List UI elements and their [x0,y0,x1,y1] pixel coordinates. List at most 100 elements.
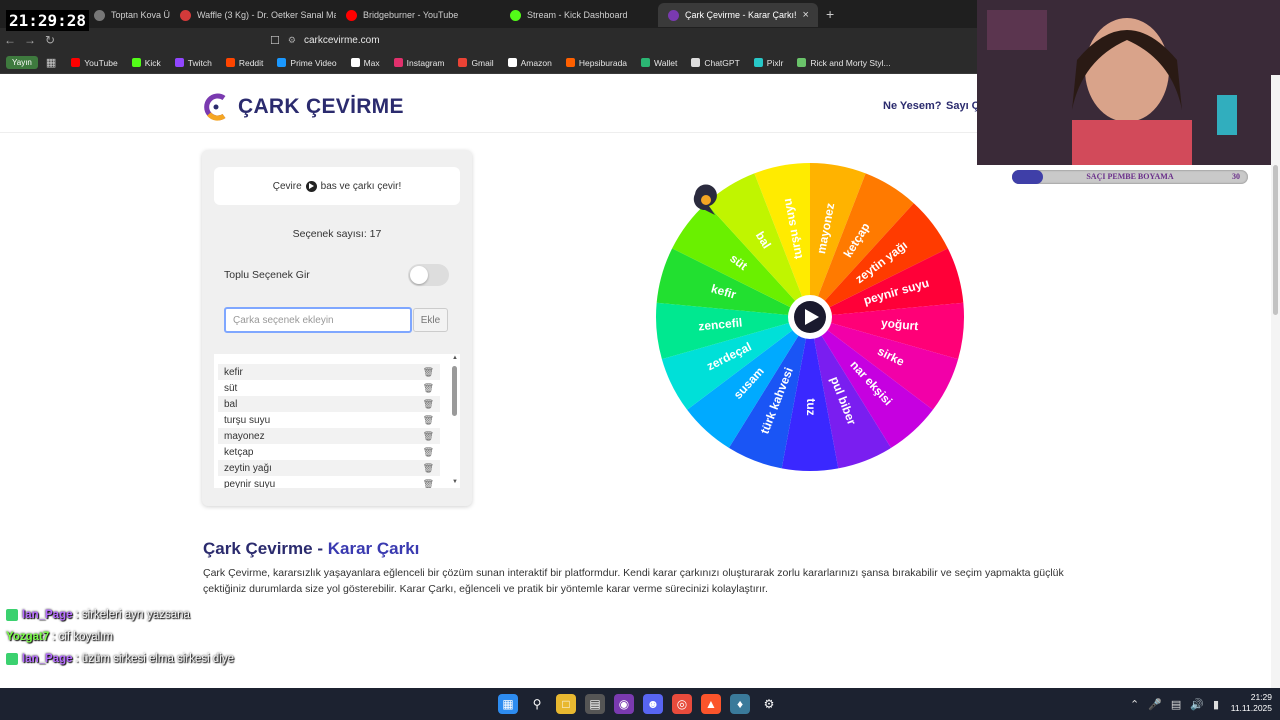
delete-option-icon[interactable]: 🗑 [423,415,434,426]
file-explorer-icon[interactable]: □ [556,694,576,714]
battery-icon[interactable]: ▮ [1213,698,1219,711]
bookmark-item[interactable]: Gmail [451,58,500,68]
option-row: kefir 🗑 [218,364,440,380]
bookmark-icon[interactable]: ☐ [270,34,280,47]
reload-icon[interactable]: ↻ [40,33,60,47]
bookmark-item[interactable]: Max [344,58,387,68]
bookmark-item[interactable]: Prime Video [270,58,343,68]
site-info-icon[interactable]: ⚙ [288,35,296,46]
bookmark-item[interactable]: Wallet [634,58,684,68]
option-row: ketçap 🗑 [218,444,440,460]
hint-text-after: bas ve çarkı çevir! [320,180,402,192]
bookmark-favicon-icon [458,58,468,67]
store-icon[interactable]: ▤ [585,694,605,714]
delete-option-icon[interactable]: 🗑 [423,479,434,489]
bookmark-item[interactable]: Rick and Morty Styl... [790,58,897,68]
tab-favicon-icon [668,9,679,21]
browser-tab[interactable]: Bridgeburner - YouTube [336,3,500,27]
bookmark-label: Gmail [471,57,494,68]
brave-icon[interactable]: ▲ [701,694,721,714]
bulk-entry-toggle[interactable] [408,264,449,286]
chat-message: Ian_Page: sirkeleri ayrı yazsana [6,604,406,626]
wheel-segment-label: tuz [804,398,818,415]
stream-clock: 21:29:28 [6,10,90,31]
discord-icon[interactable]: ☻ [643,694,663,714]
network-icon[interactable]: ▤ [1171,698,1181,711]
bookmark-item[interactable]: Twitch [168,58,219,68]
profile-pill[interactable]: Yayın [6,56,38,69]
volume-icon[interactable]: 🔊 [1190,698,1204,711]
bookmark-label: Amazon [520,57,552,68]
bookmark-item[interactable]: Pixlr [747,58,791,68]
goal-value: 30 [1232,172,1240,181]
browser-tab[interactable]: Çark Çevirme - Karar Çarkı! × [658,3,818,27]
new-tab-button[interactable]: + [826,6,834,22]
microphone-icon[interactable]: 🎤 [1148,698,1162,711]
article-title-main: Çark Çevirme [203,539,313,558]
tray-chevron-icon[interactable]: ⌃ [1130,698,1139,711]
bookmark-item[interactable]: Kick [125,58,168,68]
bookmark-item[interactable]: YouTube [64,58,124,68]
bookmark-item[interactable]: Reddit [219,58,271,68]
chat-username: Yozgat7 [6,631,50,643]
tab-favicon-icon [346,9,357,21]
chat-text: : sirkeleri ayrı yazsana [75,609,190,621]
bookmark-label: Hepsiburada [578,57,628,68]
settings-icon[interactable]: ⚙ [759,694,779,714]
delete-option-icon[interactable]: 🗑 [423,447,434,458]
option-label: turşu suyu [224,414,271,426]
list-scroll-down-icon[interactable]: ▼ [451,479,459,485]
delete-option-icon[interactable]: 🗑 [423,399,434,410]
browser-tab[interactable]: Waffle (3 Kg) - Dr. Oetker Sanal Mağ [170,3,336,27]
bookmark-item[interactable]: Hepsiburada [559,58,634,68]
url-field[interactable]: carkcevirme.com [304,35,380,46]
list-scrollbar-thumb[interactable] [452,366,457,416]
apps-grid-icon[interactable]: ▦ [46,56,56,69]
obs-icon[interactable]: ◉ [614,694,634,714]
option-label: peynir suyu [224,478,276,489]
forward-icon[interactable]: → [20,33,40,47]
browser-tab[interactable]: Toptan Kova Ürünle [84,3,170,27]
option-row: mayonez 🗑 [218,428,440,444]
page-scrollbar[interactable] [1271,75,1280,688]
browser-tab[interactable]: Stream - Kick Dashboard [500,3,658,27]
goal-text: SAÇI PEMBE BOYAMA [1086,172,1174,181]
delete-option-icon[interactable]: 🗑 [423,431,434,442]
list-scroll-up-icon[interactable]: ▲ [451,355,459,361]
bookmark-label: Twitch [187,57,212,68]
nav-link-sayi[interactable]: Sayı Ç [946,100,980,112]
delete-option-icon[interactable]: 🗑 [423,383,434,394]
bookmark-item[interactable]: Instagram [387,58,452,68]
stream-goal-bar: SAÇI PEMBE BOYAMA 30 [1012,170,1248,184]
delete-option-icon[interactable]: 🗑 [423,367,434,378]
option-input[interactable] [224,307,412,333]
app-icon[interactable]: ♦ [730,694,750,714]
chrome-icon[interactable]: ◎ [672,694,692,714]
decision-wheel[interactable]: turşu suyu mayonez ketçapzeytin yağıpeynir… [640,150,980,490]
option-label: süt [224,382,238,394]
bookmark-item[interactable]: ChatGPT [684,58,746,68]
search-icon[interactable]: ⚲ [527,694,547,714]
wheel-pointer-dot [701,195,711,205]
site-logo-icon[interactable] [203,92,229,122]
bookmark-favicon-icon [225,58,235,67]
bookmark-label: Pixlr [766,57,784,68]
close-tab-icon[interactable]: × [803,9,809,21]
bookmark-item[interactable]: Amazon [501,58,559,68]
start-icon[interactable]: ▦ [498,694,518,714]
site-logo-text[interactable]: ÇARK ÇEVİRME [238,95,404,119]
page-scrollbar-thumb[interactable] [1273,165,1278,315]
back-icon[interactable]: ← [0,33,20,47]
option-label: mayonez [224,430,265,442]
article-title: Çark Çevirme - Karar Çarkı [203,539,419,559]
chat-message: Yozgat7: cif koyalım [6,626,406,648]
bookmark-label: Rick and Morty Styl... [810,57,891,68]
tab-title: Toptan Kova Ürünle [111,10,170,20]
tray-clock[interactable]: 21:29 11.11.2025 [1226,692,1272,714]
delete-option-icon[interactable]: 🗑 [423,463,434,474]
nav-link-ne-yesem[interactable]: Ne Yesem? [883,100,942,112]
option-row: peynir suyu 🗑 [218,476,440,489]
bookmark-favicon-icon [350,58,360,67]
add-option-button[interactable]: Ekle [413,308,448,332]
option-label: bal [224,398,238,410]
